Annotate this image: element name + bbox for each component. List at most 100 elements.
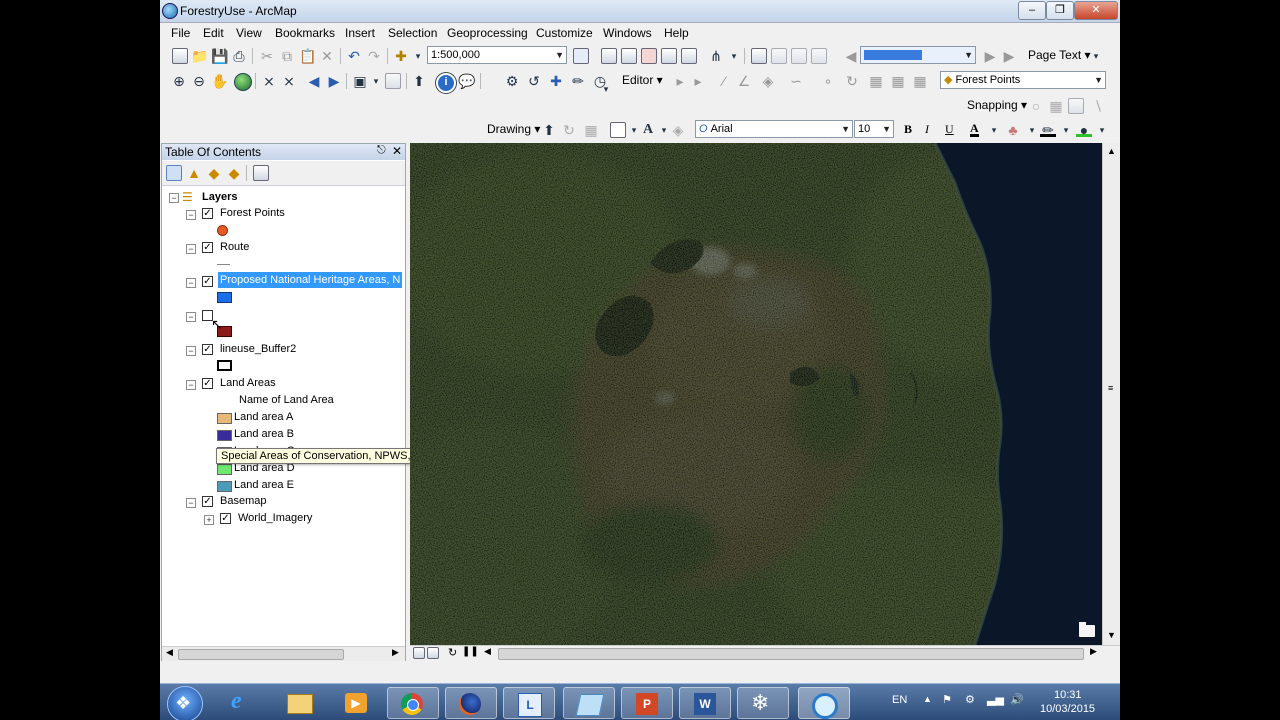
map-scale-combo[interactable]: 1:500,000 ▼ <box>427 46 567 64</box>
cut-icon[interactable]: ✂ <box>259 48 275 64</box>
list-by-source-icon[interactable]: ▲ <box>186 165 202 181</box>
georef-tool-3-icon[interactable] <box>791 48 807 64</box>
layer-forest-points[interactable]: Forest Points <box>220 207 285 219</box>
edit-annotation-icon[interactable]: ▸ <box>690 73 706 89</box>
full-extent-globe-icon[interactable] <box>234 73 252 91</box>
layer-land-areas[interactable]: Land Areas <box>220 377 276 389</box>
taskbar-powerpoint[interactable]: P <box>621 687 673 719</box>
select-features-icon[interactable]: ▣ <box>352 73 368 89</box>
zoom-in-icon[interactable]: ⊕ <box>171 73 187 89</box>
layer-lineuse-buffer2[interactable]: lineuse_Buffer2 <box>220 343 296 355</box>
vertex-snapping-icon[interactable] <box>1068 98 1084 114</box>
line-color-icon[interactable]: ✏ <box>1040 122 1056 138</box>
catalog-icon[interactable] <box>621 48 637 64</box>
fill-color-icon[interactable]: ♣ <box>1005 122 1021 138</box>
collapse-icon[interactable]: − <box>186 346 196 356</box>
forward-extent-icon[interactable]: ▶ <box>326 73 342 89</box>
open-icon[interactable]: 📁 <box>191 48 208 64</box>
find-binoculars-icon[interactable]: ⚙ <box>504 73 520 89</box>
select-dropdown-icon[interactable]: ▾ <box>368 73 384 89</box>
search-window-icon[interactable] <box>641 48 657 64</box>
line-color-dropdown-icon[interactable]: ▾ <box>1058 122 1074 138</box>
toc-options-icon[interactable] <box>253 165 269 181</box>
save-icon[interactable]: 💾 <box>211 48 228 64</box>
taskbar-firefox[interactable] <box>445 687 497 719</box>
taskbar-notes[interactable] <box>563 687 615 719</box>
basemap-checkbox[interactable]: ✓ <box>202 496 213 507</box>
collapse-icon[interactable]: − <box>169 193 179 203</box>
toolbar-options-icon[interactable]: ▾ <box>1088 48 1104 64</box>
fixed-zoom-out-icon[interactable]: ⨯ <box>281 73 297 89</box>
route-line-symbol[interactable] <box>217 264 230 265</box>
data-view-icon[interactable] <box>413 647 425 659</box>
minimize-button[interactable]: – <box>1018 1 1046 20</box>
sketch-properties-icon[interactable]: ▦ <box>890 73 906 89</box>
collapse-icon[interactable]: − <box>186 210 196 220</box>
identify-icon[interactable]: i <box>436 73 456 93</box>
table-of-contents-icon[interactable] <box>601 48 617 64</box>
menu-bookmarks[interactable]: Bookmarks <box>275 26 335 40</box>
menu-customize[interactable]: Customize <box>536 26 593 40</box>
zoom-to-element-icon[interactable]: ▦ <box>583 122 599 138</box>
bold-button[interactable]: B <box>904 122 912 137</box>
scroll-down-icon[interactable]: ▼ <box>1107 630 1116 640</box>
point-snapping-icon[interactable]: ○ <box>1028 98 1044 114</box>
delete-icon[interactable]: ✕ <box>319 48 335 64</box>
collapse-icon[interactable]: − <box>186 312 196 322</box>
editor-menu-button[interactable]: Editor ▾ <box>622 73 663 87</box>
end-snapping-icon[interactable]: ▦ <box>1048 98 1064 114</box>
taskbar-lync[interactable]: L <box>503 687 555 719</box>
page-combo[interactable]: ▼ <box>860 46 976 64</box>
rectangle-tool-icon[interactable] <box>610 122 626 138</box>
language-indicator[interactable]: EN <box>892 694 907 706</box>
layers-root-label[interactable]: Layers <box>202 191 237 203</box>
layer-world-imagery[interactable]: World_Imagery <box>238 512 312 524</box>
print-icon[interactable]: ⎙ <box>231 48 247 64</box>
edit-vertices-icon[interactable]: ◈ <box>760 73 776 89</box>
pan-hand-icon[interactable]: ✋ <box>211 73 228 89</box>
nha-checkbox[interactable]: ✓ <box>202 276 213 287</box>
show-hidden-icons-icon[interactable]: ▲ <box>923 694 932 704</box>
create-features-icon[interactable]: ▦ <box>912 73 928 89</box>
expand-icon[interactable]: + <box>204 515 214 525</box>
taskbar-chrome[interactable] <box>387 687 439 719</box>
menu-windows[interactable]: Windows <box>603 26 652 40</box>
last-page-icon[interactable]: ▶ <box>1001 48 1017 64</box>
taskbar-word[interactable]: W <box>679 687 731 719</box>
paste-icon[interactable]: 📋 <box>299 48 316 64</box>
editor-toolbar-icon[interactable] <box>573 48 589 64</box>
first-page-icon[interactable]: ◀ <box>843 48 859 64</box>
maximize-button[interactable]: ❐ <box>1046 1 1074 20</box>
scroll-right-icon[interactable]: ▶ <box>1090 646 1097 657</box>
pause-drawing-icon[interactable]: ❚❚ <box>462 646 479 657</box>
back-extent-icon[interactable]: ◀ <box>306 73 322 89</box>
menu-insert[interactable]: Insert <box>345 26 375 40</box>
pin-icon[interactable]: ⎋ <box>377 144 386 157</box>
scroll-right-icon[interactable]: ▶ <box>392 647 399 658</box>
zoom-out-icon[interactable]: ⊖ <box>191 73 207 89</box>
marker-color-icon[interactable]: ● <box>1076 122 1092 138</box>
list-by-drawing-order-icon[interactable] <box>166 165 182 181</box>
next-page-icon[interactable]: ▶ <box>982 48 998 64</box>
start-button[interactable]: ❖ <box>167 686 203 720</box>
taskbar-arcmap[interactable] <box>798 687 850 719</box>
land-area-b-swatch[interactable] <box>217 430 232 441</box>
select-elements-arrow-icon[interactable]: ⬆ <box>411 73 427 89</box>
copy-icon[interactable]: ⧉ <box>279 48 295 64</box>
layer-proposed-nha[interactable]: Proposed National Heritage Areas, N <box>218 272 402 288</box>
land-area-a-swatch[interactable] <box>217 413 232 424</box>
drawing-menu-button[interactable]: Drawing ▾ <box>487 122 540 136</box>
collapse-icon[interactable]: − <box>186 498 196 508</box>
scrollbar-grip-icon[interactable]: ≡ <box>1108 383 1113 393</box>
georef-tool-2-icon[interactable] <box>771 48 787 64</box>
toolbar-options-icon[interactable]: ▾ <box>726 48 742 64</box>
map-display[interactable] <box>410 143 1102 645</box>
clock-time[interactable]: 10:31 <box>1054 689 1082 701</box>
taskbar-internet-explorer[interactable]: e <box>217 687 269 719</box>
close-button[interactable]: ✕ <box>1074 1 1118 20</box>
refresh-icon[interactable]: ↻ <box>448 646 457 659</box>
clock-date[interactable]: 10/03/2015 <box>1040 703 1095 715</box>
arctoolbox-icon[interactable] <box>661 48 677 64</box>
list-by-visibility-icon[interactable]: ◆ <box>206 165 222 181</box>
edge-snapping-icon[interactable]: ∖ <box>1090 98 1106 114</box>
